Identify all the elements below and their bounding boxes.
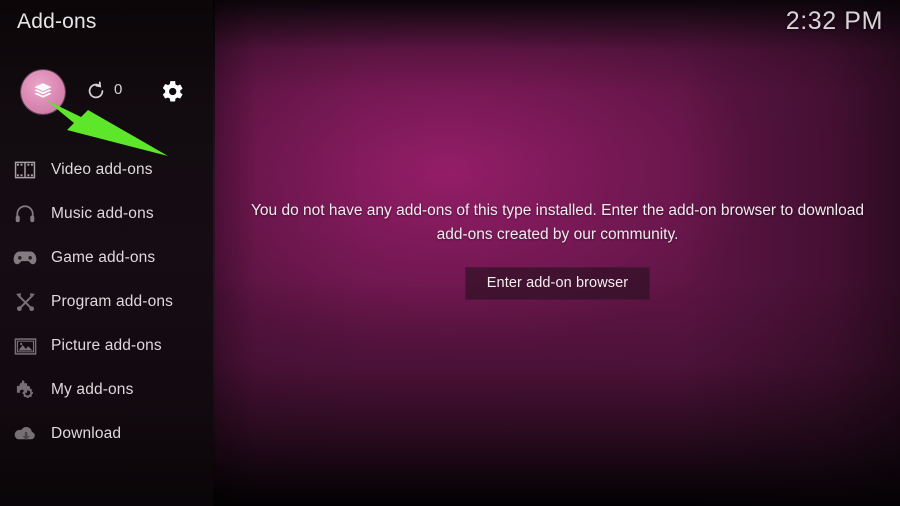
refresh-icon (85, 80, 109, 102)
sidebar-item-label: Picture add-ons (51, 337, 162, 354)
kodi-addons-screen: You do not have any add-ons of this type… (0, 0, 900, 506)
sidebar-toolbar: 0 (0, 68, 215, 116)
empty-state-message: You do not have any add-ons of this type… (251, 201, 864, 243)
cloud-download-icon (10, 421, 40, 447)
sidebar-item-label: My add-ons (51, 381, 134, 398)
sidebar-item-music-addons[interactable]: Music add-ons (0, 192, 215, 236)
headphones-icon (10, 201, 40, 227)
settings-button[interactable] (160, 79, 186, 105)
page-title: Add-ons (17, 10, 97, 33)
sidebar-item-label: Game add-ons (51, 249, 156, 266)
gear-icon (160, 79, 186, 104)
sidebar-item-label: Music add-ons (51, 205, 154, 222)
sidebar: Add-ons 0 Video add-ons Music add-ons Ga… (0, 0, 215, 506)
puzzle-gear-icon (10, 377, 40, 403)
sidebar-item-label: Program add-ons (51, 293, 174, 310)
film-strip-icon (10, 157, 40, 183)
addon-browser-button[interactable] (21, 70, 65, 114)
gamepad-icon (10, 245, 40, 271)
empty-state-panel: You do not have any add-ons of this type… (215, 0, 900, 506)
package-box-icon (31, 80, 55, 104)
sidebar-item-label: Download (51, 425, 122, 442)
addon-category-menu: Video add-ons Music add-ons Game add-ons… (0, 148, 215, 456)
sidebar-item-label: Video add-ons (51, 161, 153, 178)
sidebar-item-game-addons[interactable]: Game add-ons (0, 236, 215, 280)
update-count-badge: 0 (114, 81, 123, 98)
sidebar-item-video-addons[interactable]: Video add-ons (0, 148, 215, 192)
crossed-tools-icon (10, 289, 40, 315)
sidebar-item-my-addons[interactable]: My add-ons (0, 368, 215, 412)
sidebar-item-picture-addons[interactable]: Picture add-ons (0, 324, 215, 368)
check-updates-button[interactable] (85, 80, 109, 104)
clock: 2:32 PM (785, 7, 883, 35)
sidebar-item-program-addons[interactable]: Program add-ons (0, 280, 215, 324)
picture-frame-icon (10, 333, 40, 359)
sidebar-item-download[interactable]: Download (0, 412, 215, 456)
enter-addon-browser-button[interactable]: Enter add-on browser (464, 266, 651, 300)
